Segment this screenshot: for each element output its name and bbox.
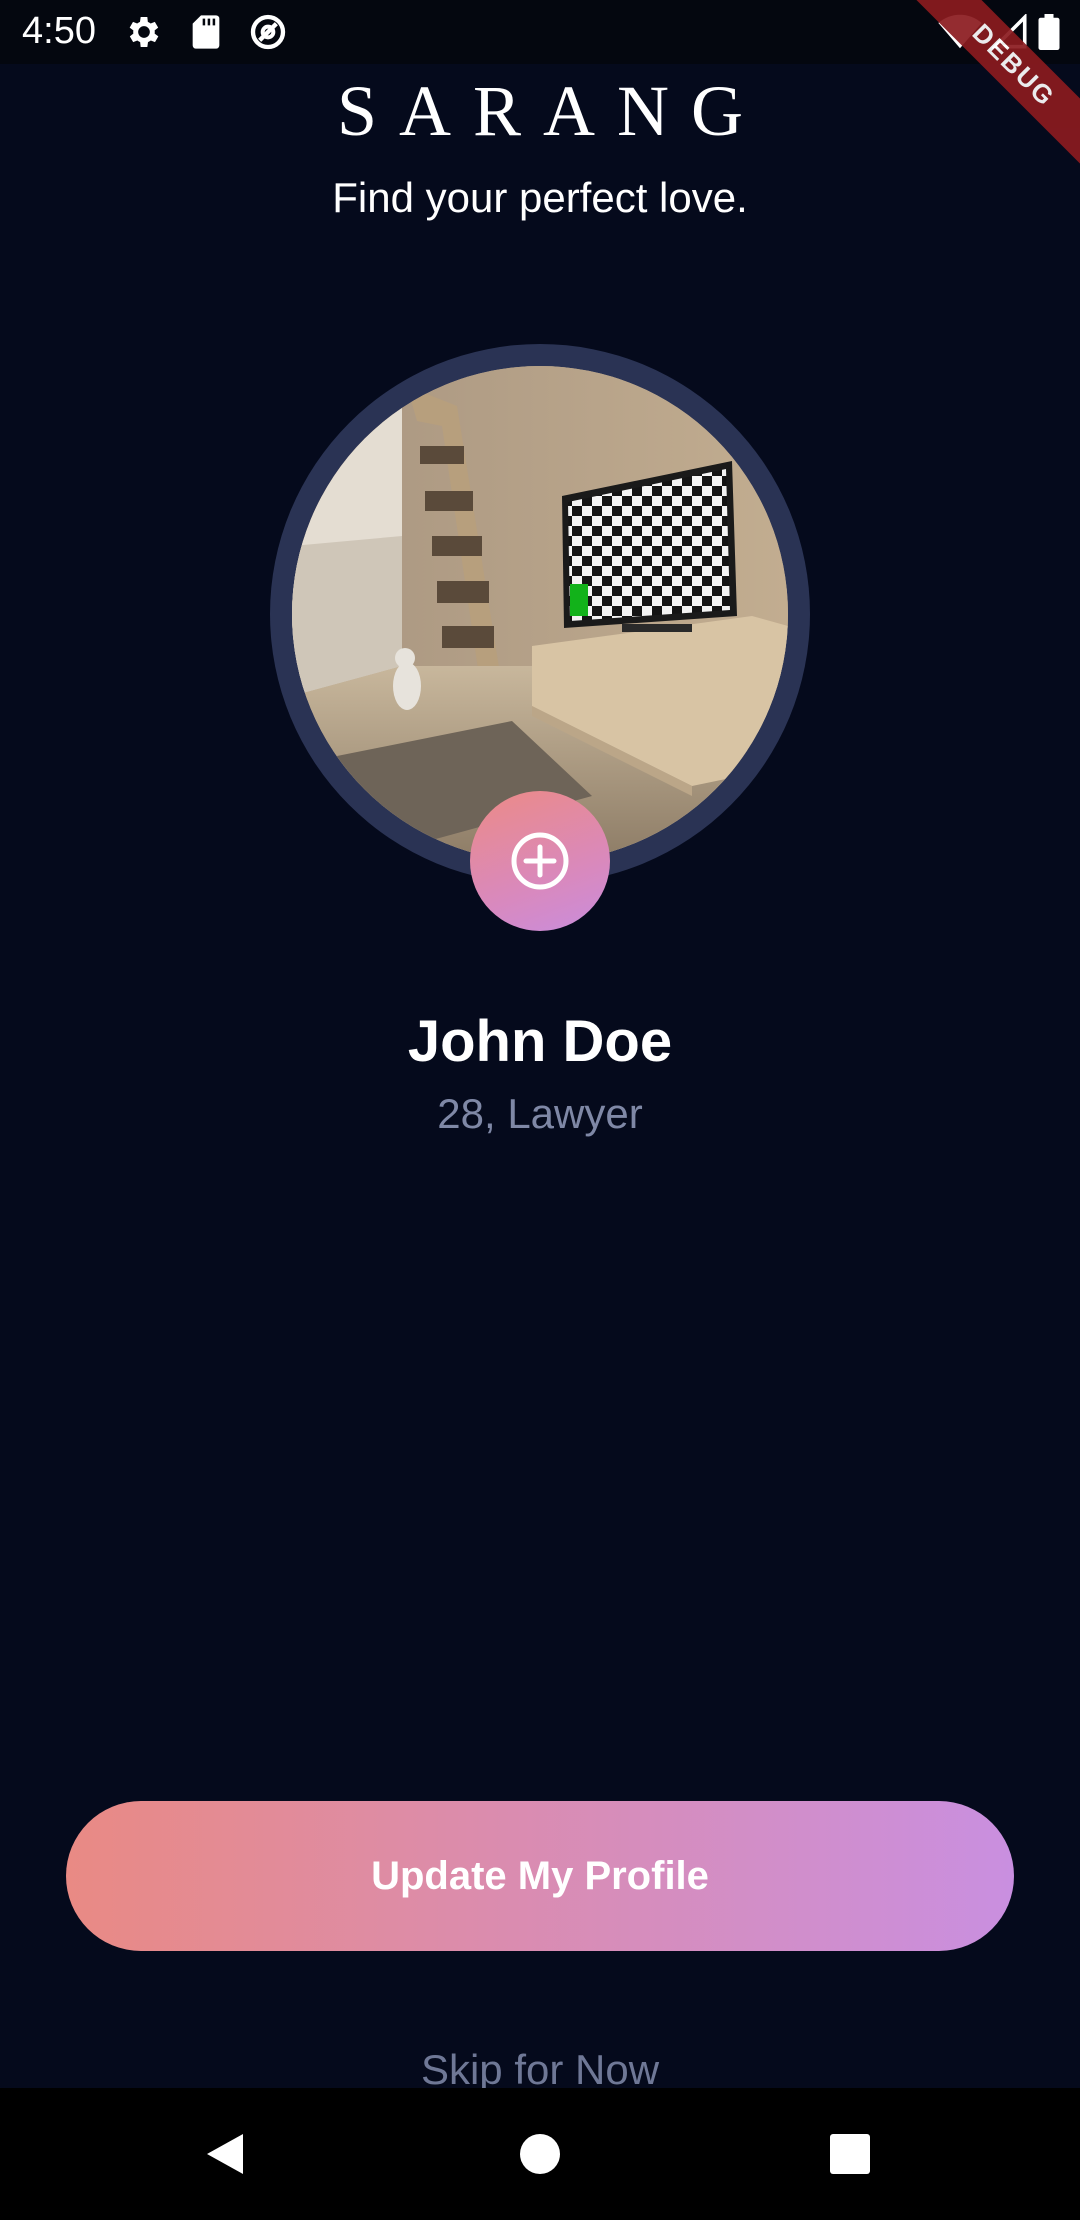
profile-name: John Doe (407, 1009, 673, 1074)
settings-icon (129, 17, 159, 47)
status-time: 4:50 (22, 10, 96, 52)
profile-meta: 28, Lawyer (437, 1090, 643, 1137)
back-icon (207, 2134, 243, 2174)
avatar[interactable] (292, 366, 788, 862)
home-icon (520, 2134, 560, 2174)
status-icons-left (124, 12, 310, 52)
recents-icon (830, 2134, 870, 2174)
nav-back-button[interactable] (180, 2088, 270, 2220)
at-sign-icon (250, 14, 286, 50)
status-bar: 4:50 (0, 0, 1080, 64)
app-subtitle: Find your perfect love. (332, 174, 748, 221)
update-profile-button[interactable]: Update My Profile (66, 1801, 1014, 1951)
add-photo-button[interactable] (470, 791, 610, 931)
profile-photo (292, 366, 788, 862)
skip-link[interactable]: Skip for Now (0, 2046, 1080, 2094)
add-circle-icon (511, 832, 569, 890)
nav-bar (0, 2088, 1080, 2220)
nav-recents-button[interactable] (805, 2088, 895, 2220)
app-title: SARANG (336, 71, 766, 151)
nav-home-button[interactable] (495, 2088, 585, 2220)
sd-card-icon (192, 15, 220, 49)
battery-icon (1038, 14, 1060, 50)
